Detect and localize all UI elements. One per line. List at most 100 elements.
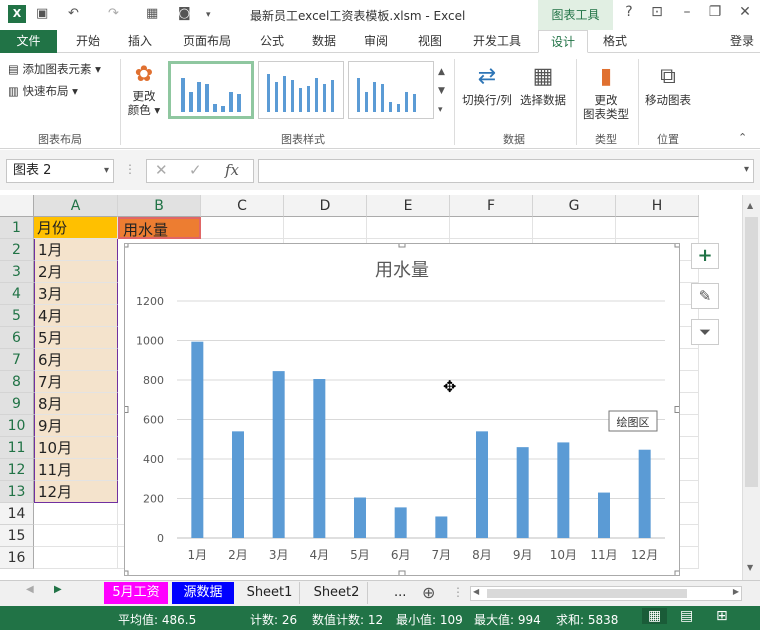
- row-header-6[interactable]: 6: [0, 327, 34, 349]
- grid-cell[interactable]: [34, 503, 118, 525]
- cell-a1[interactable]: 月份: [34, 217, 118, 239]
- chart-style-2[interactable]: [258, 61, 344, 119]
- move-chart-button[interactable]: ⧉ 移动图表: [642, 61, 694, 107]
- scroll-thumb[interactable]: [745, 217, 758, 487]
- cell-a2[interactable]: 1月: [34, 239, 118, 261]
- grid-cell[interactable]: [284, 217, 367, 239]
- grid-cell[interactable]: [34, 547, 118, 569]
- scroll-down-icon[interactable]: ▼: [747, 563, 753, 572]
- column-header-d[interactable]: D: [284, 195, 367, 217]
- row-header-5[interactable]: 5: [0, 305, 34, 327]
- more-sheets-button[interactable]: ...: [388, 582, 412, 604]
- tab-design[interactable]: 设计: [538, 30, 588, 53]
- row-header-16[interactable]: 16: [0, 547, 34, 569]
- cell-a13[interactable]: 12月: [34, 481, 118, 503]
- chart-style-3[interactable]: [348, 61, 434, 119]
- page-break-view-icon[interactable]: ⊞: [716, 608, 728, 624]
- collapse-ribbon-icon[interactable]: ⌃: [738, 131, 747, 144]
- row-header-3[interactable]: 3: [0, 261, 34, 283]
- scroll-right-icon[interactable]: ▶: [733, 587, 739, 596]
- camera-icon[interactable]: ◙: [178, 6, 191, 21]
- help-button[interactable]: ?: [618, 4, 640, 20]
- restore-button[interactable]: ❐: [704, 4, 726, 20]
- cell-b1[interactable]: 用水量: [118, 217, 201, 239]
- column-header-h[interactable]: H: [616, 195, 699, 217]
- minimize-button[interactable]: –: [676, 4, 698, 20]
- tab-home[interactable]: 开始: [66, 30, 110, 53]
- formula-input[interactable]: ▾: [258, 159, 754, 183]
- cell-a7[interactable]: 6月: [34, 349, 118, 371]
- page-layout-view-icon[interactable]: ▤: [680, 608, 693, 624]
- row-header-8[interactable]: 8: [0, 371, 34, 393]
- confirm-icon[interactable]: ✓: [189, 161, 202, 179]
- grid-cell[interactable]: [533, 217, 616, 239]
- chart-filter-icon[interactable]: ⏷: [691, 319, 719, 345]
- quick-layout-button[interactable]: ▥ 快速布局 ▾: [8, 83, 78, 99]
- column-header-e[interactable]: E: [367, 195, 450, 217]
- row-header-11[interactable]: 11: [0, 437, 34, 459]
- tab-file[interactable]: 文件: [0, 30, 57, 53]
- row-header-10[interactable]: 10: [0, 415, 34, 437]
- tab-page-layout[interactable]: 页面布局: [172, 30, 242, 53]
- switch-row-column-button[interactable]: ⇄ 切换行/列: [458, 61, 516, 107]
- prev-sheet-icon[interactable]: ◀: [26, 584, 34, 595]
- grid-cell[interactable]: [34, 525, 118, 547]
- chart-elements-button[interactable]: +: [691, 243, 719, 269]
- grid-cell[interactable]: [616, 217, 699, 239]
- tab-data[interactable]: 数据: [302, 30, 346, 53]
- vertical-scrollbar[interactable]: ▲ ▼: [742, 195, 760, 580]
- scroll-left-icon[interactable]: ◀: [473, 587, 479, 596]
- cell-a8[interactable]: 7月: [34, 371, 118, 393]
- new-sheet-icon[interactable]: ⊕: [416, 582, 438, 604]
- grid-cell[interactable]: [367, 217, 450, 239]
- close-button[interactable]: ✕: [734, 4, 756, 20]
- ribbon-display-icon[interactable]: ⊡: [646, 4, 668, 20]
- column-header-f[interactable]: F: [450, 195, 533, 217]
- chart-style-1[interactable]: [168, 61, 254, 119]
- cancel-icon[interactable]: ✕: [155, 161, 168, 179]
- column-header-a[interactable]: A: [34, 195, 118, 217]
- grid-cell[interactable]: [450, 217, 533, 239]
- form-icon[interactable]: ▦: [146, 6, 158, 21]
- tab-developer[interactable]: 开发工具: [462, 30, 532, 53]
- cell-a6[interactable]: 5月: [34, 327, 118, 349]
- name-box[interactable]: 图表 2 ▾: [6, 159, 114, 183]
- row-header-13[interactable]: 13: [0, 481, 34, 503]
- expand-formula-icon[interactable]: ▾: [744, 164, 749, 175]
- redo-icon[interactable]: ↷: [108, 6, 119, 21]
- styles-scroll[interactable]: ▲ ▼ ▾: [438, 63, 445, 120]
- row-header-4[interactable]: 4: [0, 283, 34, 305]
- column-header-b[interactable]: B: [118, 195, 201, 217]
- cell-a3[interactable]: 2月: [34, 261, 118, 283]
- sheet-tab-sheet1[interactable]: Sheet1: [240, 582, 300, 604]
- row-header-14[interactable]: 14: [0, 503, 34, 525]
- change-chart-type-button[interactable]: ▮ 更改 图表类型: [580, 61, 632, 121]
- sheet-tab-source-data[interactable]: 源数据: [172, 582, 234, 604]
- normal-view-icon[interactable]: ▦: [642, 608, 668, 624]
- sheet-tab-sheet2[interactable]: Sheet2: [306, 582, 368, 604]
- tab-format[interactable]: 格式: [592, 30, 638, 53]
- grid-cell[interactable]: [201, 217, 284, 239]
- row-header-15[interactable]: 15: [0, 525, 34, 547]
- name-box-dropdown-icon[interactable]: ▾: [104, 160, 109, 182]
- signin-link[interactable]: 登录: [724, 30, 760, 53]
- next-sheet-icon[interactable]: ▶: [54, 584, 62, 595]
- tab-insert[interactable]: 插入: [118, 30, 162, 53]
- row-header-12[interactable]: 12: [0, 459, 34, 481]
- cell-a10[interactable]: 9月: [34, 415, 118, 437]
- chart-styles-brush-icon[interactable]: ✎: [691, 283, 719, 309]
- cell-a11[interactable]: 10月: [34, 437, 118, 459]
- row-header-7[interactable]: 7: [0, 349, 34, 371]
- select-data-button[interactable]: ▦ 选择数据: [516, 61, 570, 107]
- sheet-tab-may-salary[interactable]: 5月工资: [104, 582, 168, 604]
- row-header-2[interactable]: 2: [0, 239, 34, 261]
- column-header-c[interactable]: C: [201, 195, 284, 217]
- undo-icon[interactable]: ↶: [68, 6, 79, 21]
- tab-view[interactable]: 视图: [408, 30, 452, 53]
- add-chart-element-button[interactable]: ▤ 添加图表元素 ▾: [8, 61, 101, 77]
- row-header-9[interactable]: 9: [0, 393, 34, 415]
- hscroll-thumb[interactable]: [487, 589, 687, 598]
- customize-qat-icon[interactable]: ▾: [206, 10, 211, 20]
- cell-a12[interactable]: 11月: [34, 459, 118, 481]
- tab-formulas[interactable]: 公式: [250, 30, 294, 53]
